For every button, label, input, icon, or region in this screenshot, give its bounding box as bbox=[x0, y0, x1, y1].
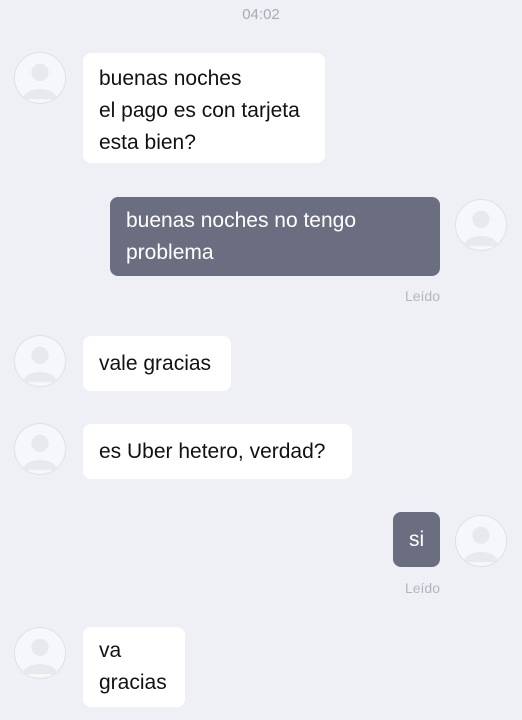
message-text: vale gracias bbox=[99, 352, 212, 375]
message-text: buenas noches bbox=[99, 67, 242, 90]
own-avatar-icon[interactable] bbox=[455, 515, 507, 567]
message-text: es Uber hetero, verdad? bbox=[99, 440, 326, 463]
message-text: buenas noches no tengo bbox=[126, 209, 357, 232]
read-receipt: Leído bbox=[404, 580, 440, 596]
contact-avatar-icon[interactable] bbox=[14, 423, 66, 475]
message-bubble-outgoing[interactable]: si bbox=[393, 512, 440, 567]
message-bubble-incoming[interactable]: vale gracias bbox=[83, 336, 231, 391]
chat-timestamp: 04:02 bbox=[242, 6, 280, 23]
message-text: el pago es con tarjeta bbox=[99, 99, 300, 122]
message-text: problema bbox=[126, 241, 214, 264]
message-bubble-incoming[interactable]: buenas noches el pago es con tarjeta est… bbox=[83, 53, 325, 163]
message-bubble-outgoing[interactable]: buenas noches no tengo problema bbox=[110, 197, 440, 276]
own-avatar-icon[interactable] bbox=[455, 199, 507, 251]
read-receipt: Leído bbox=[404, 288, 440, 304]
message-text: va bbox=[99, 639, 122, 662]
contact-avatar-icon[interactable] bbox=[14, 335, 66, 387]
contact-avatar-icon[interactable] bbox=[14, 52, 66, 104]
message-text: esta bien? bbox=[99, 131, 196, 154]
message-text: gracias bbox=[99, 671, 167, 694]
message-bubble-incoming[interactable]: va gracias bbox=[83, 627, 185, 707]
contact-avatar-icon[interactable] bbox=[14, 627, 66, 679]
message-bubble-incoming[interactable]: es Uber hetero, verdad? bbox=[83, 424, 352, 479]
message-text: si bbox=[409, 528, 425, 551]
